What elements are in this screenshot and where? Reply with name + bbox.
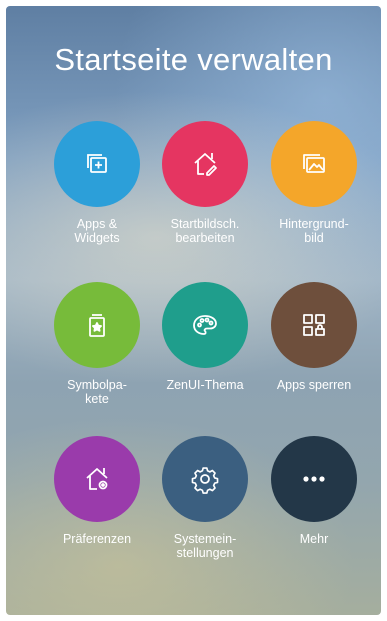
home-edit-icon	[194, 153, 217, 176]
more-button[interactable]: Mehr	[259, 436, 369, 546]
zenui-theme-button[interactable]: ZenUI-Thema	[150, 282, 260, 392]
preferences-button[interactable]: Präferenzen	[42, 436, 152, 546]
home-management-screen: Startseite verwalten Apps & Widgets Star…	[6, 6, 381, 615]
home-edit-label: Startbildsch. bearbeiten	[170, 217, 240, 245]
more-circle[interactable]	[271, 436, 357, 522]
system-settings-circle[interactable]	[162, 436, 248, 522]
preferences-label: Präferenzen	[62, 532, 132, 546]
gear-icon	[191, 467, 219, 494]
icon-pack-circle[interactable]	[54, 282, 140, 368]
system-settings-button[interactable]: Systemein- stellungen	[150, 436, 260, 560]
home-settings-icon	[86, 468, 108, 490]
app-lock-circle[interactable]	[271, 282, 357, 368]
preferences-circle[interactable]	[54, 436, 140, 522]
app-lock-icon	[303, 314, 325, 336]
icon-pack-label: Symbolpa- kete	[67, 378, 127, 406]
home-edit-circle[interactable]	[162, 121, 248, 207]
palette-icon	[193, 315, 217, 335]
apps-widgets-label: Apps & Widgets	[74, 217, 120, 245]
home-edit-button[interactable]: Startbildsch. bearbeiten	[150, 121, 260, 245]
zenui-theme-label: ZenUI-Thema	[166, 378, 244, 392]
icon-pack-button[interactable]: Symbolpa- kete	[42, 282, 152, 406]
icon-pack-icon	[89, 314, 105, 337]
apps-widgets-button[interactable]: Apps & Widgets	[42, 121, 152, 245]
app-lock-label: Apps sperren	[276, 378, 352, 392]
wallpaper-icon	[303, 154, 325, 173]
zenui-theme-circle[interactable]	[162, 282, 248, 368]
more-label: Mehr	[299, 532, 329, 546]
apps-widgets-icon	[87, 154, 107, 173]
app-lock-button[interactable]: Apps sperren	[259, 282, 369, 392]
system-settings-label: Systemein- stellungen	[173, 532, 237, 560]
wallpaper-circle[interactable]	[271, 121, 357, 207]
wallpaper-label: Hintergrund- bild	[279, 217, 349, 245]
apps-widgets-circle[interactable]	[54, 121, 140, 207]
more-icon	[303, 476, 325, 482]
page-title: Startseite verwalten	[54, 42, 333, 77]
wallpaper-button[interactable]: Hintergrund- bild	[259, 121, 369, 245]
